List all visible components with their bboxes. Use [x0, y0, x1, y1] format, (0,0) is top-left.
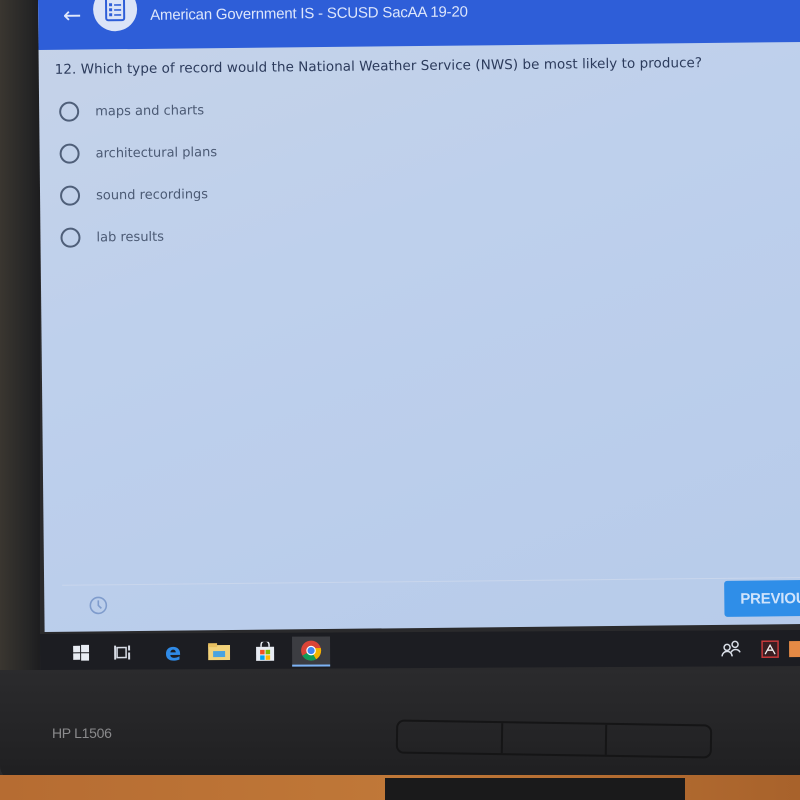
task-view-button[interactable]: [104, 637, 142, 667]
option-label: sound recordings: [95, 186, 209, 203]
monitor-bezel-left: [0, 0, 40, 690]
adobe-icon: [761, 640, 779, 658]
chrome-button[interactable]: [292, 636, 331, 667]
option-label: maps and charts: [95, 102, 205, 119]
assignment-list-icon: [92, 0, 138, 32]
adobe-button[interactable]: [758, 634, 782, 664]
monitor-minus-button[interactable]: [502, 723, 608, 755]
tray-app-icon: [789, 641, 800, 658]
start-button[interactable]: [62, 638, 100, 668]
back-button[interactable]: ←: [58, 3, 86, 29]
people-icon: [721, 640, 741, 657]
previous-button[interactable]: PREVIOUS: [724, 579, 800, 617]
answer-option[interactable]: architectural plans: [59, 142, 218, 164]
question-text: 12. Which type of record would the Natio…: [54, 55, 703, 78]
answer-option[interactable]: lab results: [60, 227, 164, 248]
windows-taskbar: e: [40, 629, 800, 670]
option-label: lab results: [96, 229, 165, 245]
store-button[interactable]: [246, 637, 284, 667]
file-explorer-button[interactable]: [200, 637, 238, 667]
folder-icon: [208, 643, 231, 661]
monitor-plus-button[interactable]: [607, 725, 710, 757]
monitor-stand: [385, 778, 685, 800]
browser-screen: ← American Government IS - SCUSD SacAA 1…: [38, 0, 800, 632]
store-icon: [256, 641, 275, 661]
radio-button[interactable]: [59, 143, 80, 164]
radio-button[interactable]: [59, 185, 81, 206]
task-view-icon: [114, 645, 131, 660]
edge-button[interactable]: e: [154, 637, 192, 667]
windows-icon: [73, 644, 90, 661]
answer-option[interactable]: sound recordings: [59, 184, 209, 206]
option-label: architectural plans: [95, 144, 218, 161]
people-button[interactable]: [716, 634, 746, 664]
radio-button[interactable]: [60, 227, 81, 248]
timer-button[interactable]: [88, 595, 108, 615]
question-content: 12. Which type of record would the Natio…: [39, 42, 800, 580]
arrow-left-icon: ←: [62, 3, 82, 29]
monitor-hardware-buttons: [395, 719, 713, 759]
clock-icon: [89, 596, 108, 615]
answer-option[interactable]: maps and charts: [59, 100, 204, 122]
monitor-menu-button[interactable]: [397, 721, 503, 754]
monitor-model-label: HP L1506: [52, 725, 112, 741]
edge-icon: e: [164, 638, 182, 667]
chrome-icon: [301, 640, 322, 661]
tray-app-button[interactable]: [786, 634, 800, 664]
course-subtitle: American Government IS - SCUSD SacAA 19-…: [150, 3, 468, 24]
radio-button[interactable]: [59, 101, 80, 122]
